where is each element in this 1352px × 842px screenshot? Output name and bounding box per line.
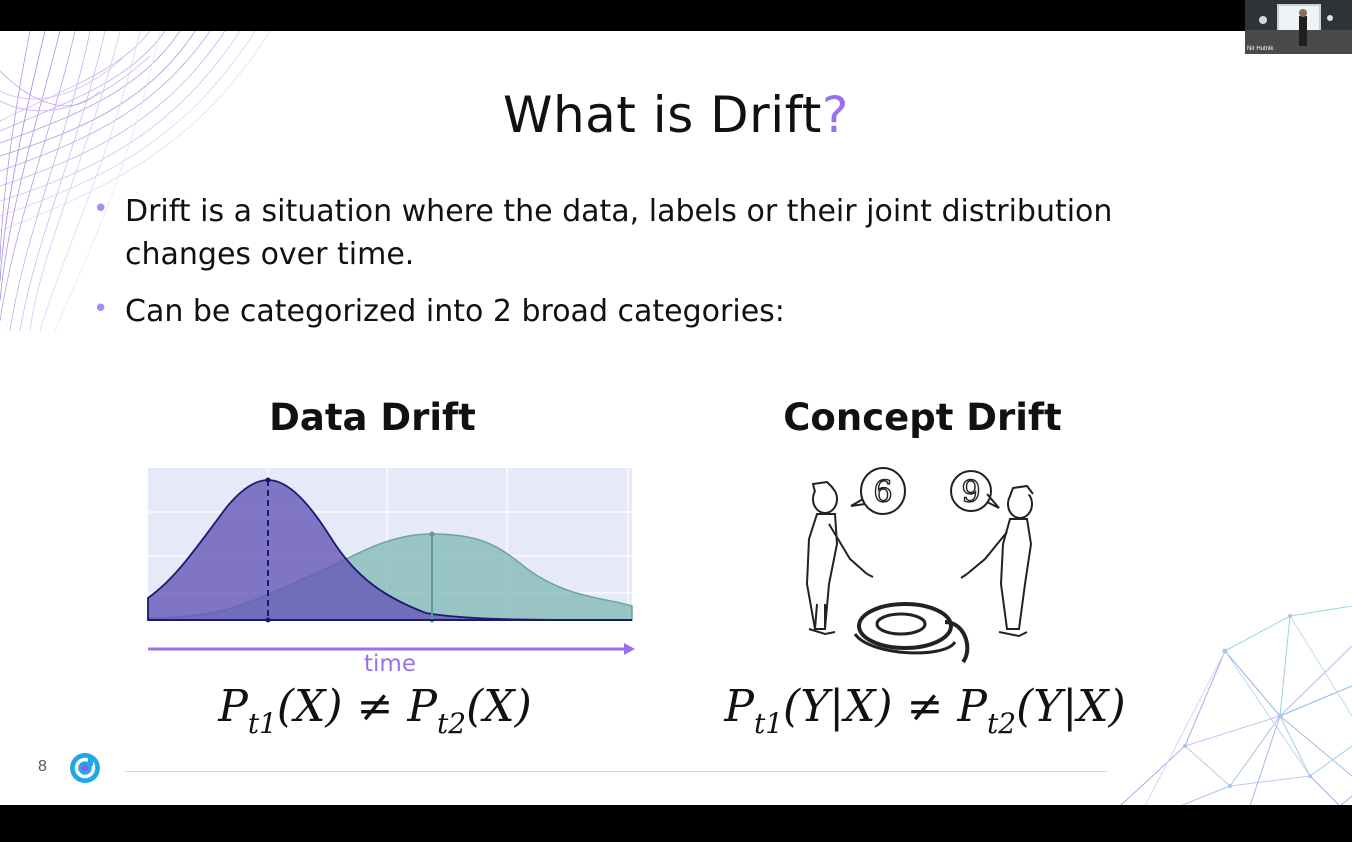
formula-argument: (X) — [276, 681, 343, 732]
bubble-digit-right: 9 — [961, 475, 980, 510]
slide-page-number: 8 — [38, 758, 47, 775]
formula-not-equal: ≠ — [342, 681, 408, 732]
footer-divider — [125, 771, 1107, 772]
formula-symbol: P — [407, 681, 438, 732]
slide-title: What is Drift? — [0, 86, 1352, 144]
bullet-text: Drift is a situation where the data, lab… — [125, 194, 1113, 272]
webcam-participant-name: Nir Hutnik — [1247, 46, 1274, 52]
data-drift-formula: Pt1(X) ≠ Pt2(X) — [140, 681, 610, 740]
bottom-letterbox — [0, 805, 1352, 842]
formula-subscript: t1 — [753, 707, 784, 740]
time-axis-label: time — [364, 651, 416, 677]
webcam-thumbnail[interactable]: Nir Hutnik — [1245, 0, 1352, 54]
top-letterbox — [0, 0, 1352, 31]
concept-drift-cartoon-illustration: 6 9 — [805, 467, 1034, 664]
formula-symbol: P — [218, 681, 248, 732]
formula-not-equal: ≠ — [892, 681, 958, 732]
formula-argument: (X) — [466, 681, 532, 732]
formula-argument: (Y|X) — [783, 681, 893, 732]
bullet-list: • Drift is a situation where the data, l… — [93, 190, 1173, 333]
data-drift-heading: Data Drift — [269, 396, 476, 439]
formula-symbol: P — [724, 681, 754, 732]
bullet-dot: • — [93, 194, 109, 224]
bubble-digit-left: 6 — [873, 475, 892, 510]
bullet-item: • Can be categorized into 2 broad catego… — [93, 290, 1173, 333]
bullet-dot: • — [93, 294, 109, 324]
formula-subscript: t1 — [247, 707, 277, 740]
bullet-item: • Drift is a situation where the data, l… — [93, 190, 1173, 276]
concept-drift-formula: Pt1(Y|X) ≠ Pt2(Y|X) — [680, 681, 1170, 740]
presentation-slide: What is Drift? • Drift is a situation wh… — [0, 31, 1352, 805]
slide-logo-icon — [70, 753, 100, 783]
formula-subscript: t2 — [437, 707, 467, 740]
formula-subscript: t2 — [987, 707, 1017, 740]
data-drift-distribution-illustration — [147, 468, 635, 655]
bullet-text: Can be categorized into 2 broad categori… — [125, 294, 785, 329]
slide-title-question-mark: ? — [821, 86, 849, 144]
formula-symbol: P — [957, 681, 988, 732]
concept-drift-heading: Concept Drift — [783, 396, 1062, 439]
slide-title-text: What is Drift — [503, 86, 822, 144]
formula-argument: (Y|X) — [1016, 681, 1126, 732]
